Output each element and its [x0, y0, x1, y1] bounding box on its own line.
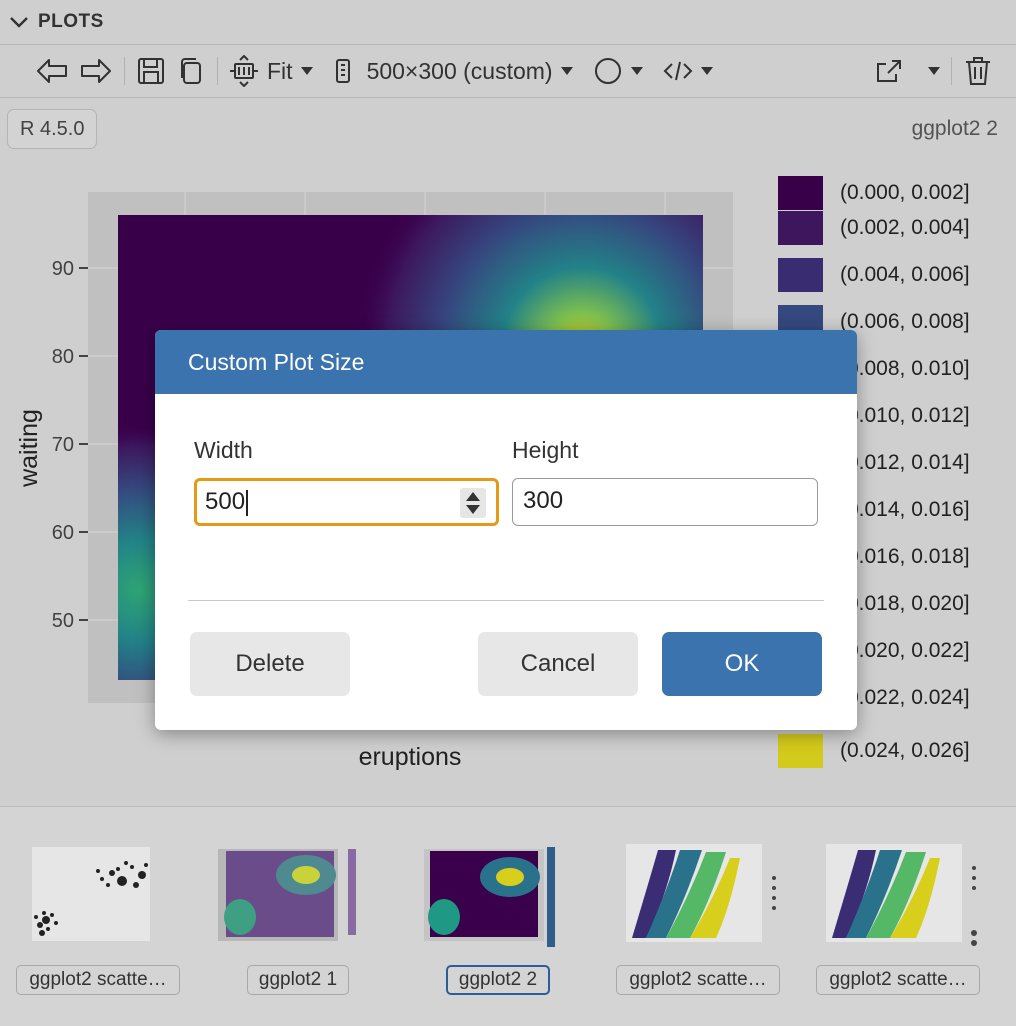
delete-button[interactable]: Delete	[190, 632, 350, 696]
width-stepper[interactable]	[460, 488, 486, 518]
custom-plot-size-dialog: Custom Plot Size Width 500 Height 300 De…	[155, 330, 857, 730]
thumbnail-density-1[interactable]	[200, 845, 365, 955]
dialog-divider	[188, 600, 824, 601]
height-field[interactable]: 300	[512, 478, 818, 526]
height-label: Height	[512, 437, 579, 463]
dialog-title: Custom Plot Size	[155, 330, 857, 394]
thumbnail-caption[interactable]: ggplot2 scatte…	[816, 965, 980, 995]
cancel-button[interactable]: Cancel	[478, 632, 638, 696]
text-cursor	[246, 489, 248, 516]
stepper-up-icon[interactable]	[466, 492, 480, 501]
thumbnail-separator	[0, 806, 1016, 807]
height-value: 300	[523, 487, 564, 514]
thumbnail-caption[interactable]: ggplot2 1	[247, 965, 349, 995]
width-value: 500	[205, 488, 246, 515]
width-label: Width	[194, 437, 253, 463]
thumbnail-caption[interactable]: ggplot2 scatte…	[616, 965, 780, 995]
stepper-down-icon[interactable]	[466, 505, 480, 514]
thumbnail-density-2[interactable]	[406, 845, 576, 955]
thumbnail-scatter-3[interactable]	[806, 838, 996, 958]
thumbnail-caption[interactable]: ggplot2 scatte…	[16, 965, 180, 995]
thumbnail-scatter-2[interactable]	[606, 838, 796, 958]
width-field[interactable]: 500	[194, 478, 499, 526]
thumbnail-caption-selected[interactable]: ggplot2 2	[446, 965, 550, 995]
ok-button[interactable]: OK	[662, 632, 822, 696]
thumbnail-scatter-1[interactable]	[22, 845, 162, 955]
